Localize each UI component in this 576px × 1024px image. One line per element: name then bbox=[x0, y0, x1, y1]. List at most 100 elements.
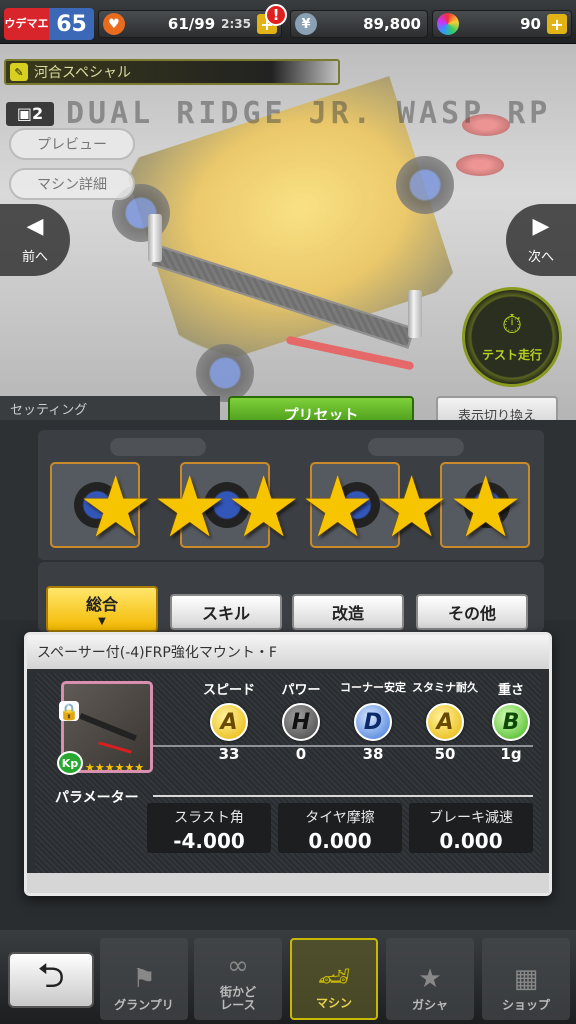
chevron-right-icon: ▶ bbox=[532, 213, 550, 239]
tab-overall[interactable]: 総合 ▼ bbox=[46, 586, 158, 632]
gem-counter[interactable]: 90 + bbox=[432, 10, 572, 38]
nav-grand-prix[interactable]: ⚑ グランプリ bbox=[100, 938, 188, 1020]
rarity-star-icon: ★ bbox=[448, 458, 524, 556]
stat-power: パワー H 0 bbox=[265, 679, 337, 763]
part-image bbox=[79, 712, 137, 742]
grade-badge: B bbox=[492, 703, 530, 741]
param-label: スラスト角 bbox=[174, 810, 244, 826]
tab-overall-label: 総合 bbox=[85, 595, 118, 614]
garage-icon: ▣ bbox=[16, 104, 32, 123]
money-counter: ¥ 89,800 bbox=[290, 10, 428, 38]
nav-label: ガシャ bbox=[411, 998, 448, 1012]
popup-footer bbox=[27, 873, 549, 893]
part-detail-popup: スペーサー付(-4)FRP強化マウント・F 🔒 Kp ★★★★★★ スピード A… bbox=[24, 632, 552, 896]
grade-badge: A bbox=[210, 703, 248, 741]
caret-down-icon: ▼ bbox=[98, 616, 106, 627]
stamina-timer: 2:35 bbox=[221, 17, 251, 31]
top-status-bar: ウデマエ 65 ♥ 61/99 2:35 + ! ¥ 89,800 90 + bbox=[0, 0, 576, 44]
stamina-counter[interactable]: ♥ 61/99 2:35 + bbox=[98, 10, 282, 38]
param-tire-friction: タイヤ摩擦 0.000 bbox=[278, 803, 402, 853]
grade-badge: D bbox=[354, 703, 392, 741]
stat-stamina: スタミナ耐久 A 50 bbox=[409, 679, 481, 763]
money-value: 89,800 bbox=[363, 15, 421, 33]
star-emblem-icon: ★ bbox=[418, 964, 442, 994]
heart-icon: ♥ bbox=[103, 13, 125, 35]
prev-machine-button[interactable]: ◀ 前へ bbox=[0, 204, 70, 276]
checkered-flag-icon: ⚑ bbox=[132, 964, 156, 994]
param-label: タイヤ摩擦 bbox=[305, 810, 375, 826]
preview-button[interactable]: プレビュー bbox=[9, 128, 135, 160]
tab-other[interactable]: その他 bbox=[416, 594, 528, 630]
stat-weight: 重さ B 1g bbox=[475, 679, 547, 763]
rank-value: 65 bbox=[49, 8, 94, 40]
garage-slot-number: 2 bbox=[31, 104, 44, 123]
back-button[interactable]: ⮌ bbox=[8, 952, 94, 1008]
slot-label-pill bbox=[368, 438, 464, 456]
rarity-star-icon: ★ bbox=[78, 458, 154, 556]
tab-modify[interactable]: 改造 bbox=[292, 594, 404, 630]
param-value: 0.000 bbox=[439, 829, 503, 853]
next-label: 次へ bbox=[527, 249, 554, 265]
car-icon: 🏎 bbox=[317, 962, 351, 992]
grade-badge: A bbox=[426, 703, 464, 741]
chevron-left-icon: ◀ bbox=[26, 213, 44, 239]
test-run-button[interactable]: ⏱ テスト走行 bbox=[462, 287, 562, 387]
rarity-star-icon: ★ bbox=[374, 458, 450, 556]
parameter-title: パラメーター bbox=[55, 790, 139, 806]
nav-label: ショップ bbox=[501, 998, 550, 1012]
setting-tab[interactable]: セッティング bbox=[0, 396, 220, 420]
nav-shop[interactable]: ▦ ショップ bbox=[482, 938, 570, 1020]
machine-custom-name: 河合スペシャル bbox=[34, 65, 132, 81]
gem-plus-button[interactable]: + bbox=[547, 14, 567, 34]
rarity-star-icon: ★ bbox=[152, 458, 228, 556]
stat-label: パワー bbox=[281, 683, 321, 698]
rank-label: ウデマエ bbox=[4, 8, 49, 40]
tab-skill[interactable]: スキル bbox=[170, 594, 282, 630]
prev-label: 前へ bbox=[21, 249, 48, 265]
stat-value: 50 bbox=[434, 745, 456, 763]
next-machine-button[interactable]: ▶ 次へ bbox=[506, 204, 576, 276]
shop-icon: ▦ bbox=[513, 964, 539, 994]
course-icon: ∞ bbox=[227, 951, 249, 981]
stat-value: 1g bbox=[500, 745, 522, 763]
slot-label-pill bbox=[110, 438, 206, 456]
rarity-star-icon: ★ bbox=[300, 458, 376, 556]
return-arrow-icon: ⮌ bbox=[37, 955, 65, 996]
pencil-icon: ✎ bbox=[10, 63, 28, 81]
garage-slot-badge: ▣ 2 bbox=[6, 101, 54, 126]
test-run-label: テスト走行 bbox=[481, 347, 542, 362]
param-label: ブレーキ減速 bbox=[429, 810, 513, 826]
machine-detail-button[interactable]: マシン詳細 bbox=[9, 168, 135, 200]
alert-badge[interactable]: ! bbox=[265, 4, 287, 26]
rarity-star-icon: ★ bbox=[226, 458, 302, 556]
nav-street-race[interactable]: ∞ 街かど レース bbox=[194, 938, 282, 1020]
stat-label: スタミナ耐久 bbox=[412, 681, 478, 694]
param-value: -4.000 bbox=[173, 829, 245, 853]
stat-speed: スピード A 33 bbox=[193, 679, 265, 763]
kp-badge: Kp bbox=[57, 751, 83, 775]
gem-icon bbox=[437, 13, 459, 35]
stat-label: コーナー安定 bbox=[340, 681, 406, 694]
nav-gacha[interactable]: ★ ガシャ bbox=[386, 938, 474, 1020]
machine-slot-row: ▣ 2 DUAL RIDGE JR. WASP RP bbox=[6, 96, 551, 131]
machine-model-name: DUAL RIDGE JR. WASP RP bbox=[66, 96, 552, 131]
view-toggle-button[interactable]: 表示切り換え bbox=[436, 396, 558, 420]
thumb-rarity-stars: ★★★★★★ bbox=[85, 761, 145, 774]
param-thrust-angle: スラスト角 -4.000 bbox=[147, 803, 271, 853]
machine-custom-name-bar[interactable]: ✎ 河合スペシャル bbox=[4, 59, 340, 85]
preset-button[interactable]: プリセット bbox=[228, 396, 414, 420]
gem-value: 90 bbox=[520, 15, 541, 33]
rarity-stars: ★ ★ ★ ★ ★ ★ bbox=[78, 458, 523, 556]
lock-icon: 🔒 bbox=[59, 701, 79, 721]
stopwatch-car-icon: ⏱ bbox=[501, 309, 523, 340]
coin-icon: ¥ bbox=[295, 13, 317, 35]
player-rank: ウデマエ 65 bbox=[4, 8, 94, 40]
param-value: 0.000 bbox=[308, 829, 372, 853]
parameter-divider bbox=[153, 795, 533, 797]
stat-value: 33 bbox=[218, 745, 240, 763]
part-image-accent bbox=[98, 741, 132, 754]
nav-machine[interactable]: 🏎 マシン bbox=[290, 938, 378, 1020]
nav-label: 街かど レース bbox=[219, 985, 256, 1012]
stat-value: 0 bbox=[295, 745, 307, 763]
nav-label: マシン bbox=[315, 996, 352, 1010]
